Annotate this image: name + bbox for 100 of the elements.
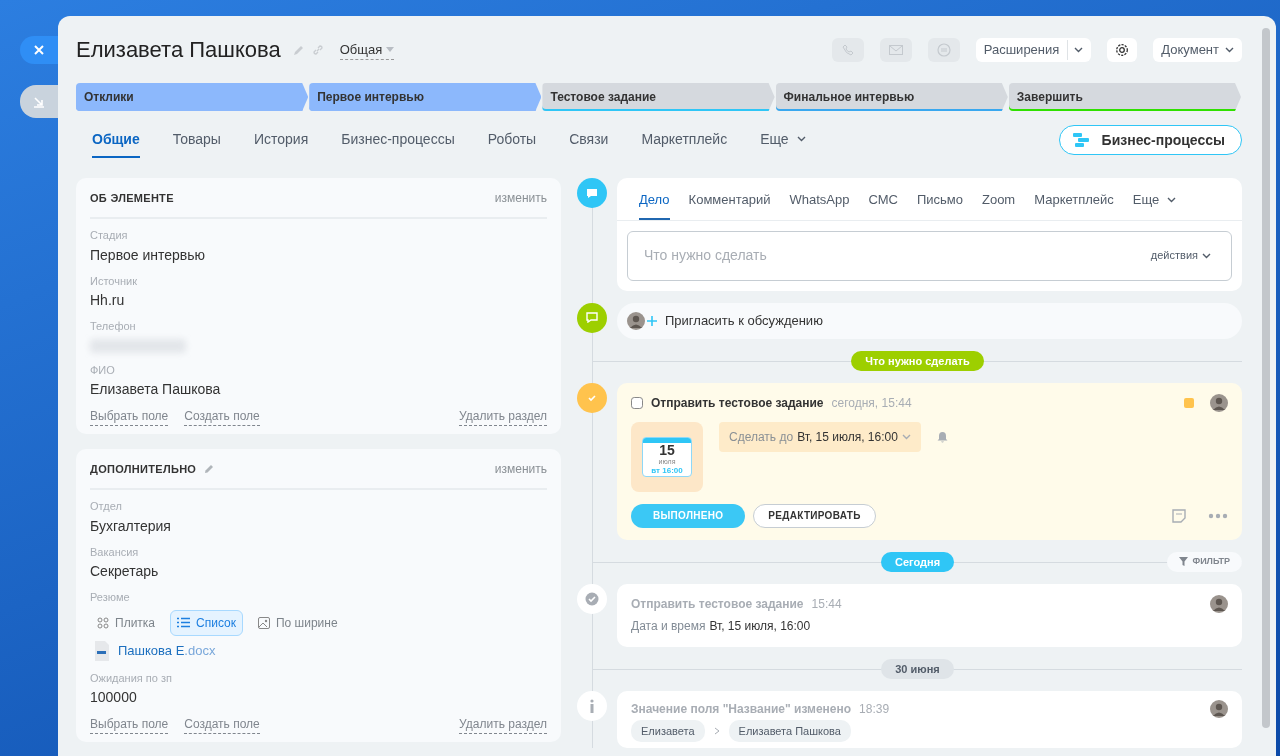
tab[interactable]: Маркетплейс [641, 128, 728, 158]
delete-section-link[interactable]: Удалить раздел [459, 715, 547, 734]
tab[interactable]: Товары [172, 128, 221, 158]
delete-section-link[interactable]: Удалить раздел [459, 407, 547, 426]
chat-icon [936, 43, 951, 57]
field-label: Ожидания по зп [90, 670, 173, 686]
detail-label: Дата и время [631, 617, 706, 635]
priority-marker [1184, 397, 1194, 408]
record-title: Елизавета Пашкова [76, 36, 281, 64]
edit-link[interactable]: изменить [494, 189, 547, 207]
tab[interactable]: История [253, 128, 309, 158]
extensions-button[interactable]: Расширения [975, 38, 1092, 62]
tab[interactable]: WhatsApp [789, 178, 850, 220]
deadline-dropdown[interactable]: Сделать до Вт, 15 июля, 16:00 [719, 421, 921, 452]
new-value: Елизавета Пашкова [728, 719, 851, 742]
task-title: Отправить тестовое задание [651, 394, 824, 412]
section-title: ДОПОЛНИТЕЛЬНО [90, 461, 197, 477]
field-link[interactable]: Выбрать поле [90, 715, 169, 734]
stage-step[interactable]: Тестовое задание [542, 83, 775, 111]
caret-icon [1202, 252, 1211, 259]
avatar [1210, 393, 1228, 412]
edit-link[interactable]: изменить [494, 460, 547, 478]
tab[interactable]: Письмо [916, 178, 963, 220]
avatar [627, 311, 645, 330]
stage-step[interactable]: Завершить [1008, 83, 1241, 111]
avatar [1210, 594, 1228, 613]
tab[interactable]: СМС [868, 178, 898, 220]
business-processes-button[interactable]: Бизнес-процессы [1058, 125, 1242, 155]
task-checkbox[interactable] [631, 396, 643, 409]
avatar [1210, 699, 1228, 718]
category-dropdown[interactable]: Общая [339, 39, 395, 61]
settings-icon [1115, 43, 1130, 57]
envelope-icon [888, 45, 903, 55]
tab[interactable]: Еще [760, 128, 806, 158]
field-link[interactable]: Создать поле [184, 715, 260, 734]
plus-icon [647, 315, 657, 326]
field-value: Первое интервью [90, 245, 206, 264]
filter-button[interactable]: ФИЛЬТР [1167, 551, 1242, 572]
phone-icon [841, 44, 854, 56]
stage-step[interactable]: Первое интервью [309, 83, 542, 111]
field-label: Телефон [90, 319, 137, 334]
view-option[interactable]: Список [170, 609, 243, 636]
actions-dropdown[interactable]: действия [1144, 246, 1217, 265]
invite-button[interactable]: Пригласить к обсуждению [617, 302, 1242, 339]
note-icon [1172, 508, 1186, 523]
detail-value: Вт, 15 июля, 16:00 [709, 617, 811, 635]
field-value: 100000 [90, 688, 138, 706]
view-option[interactable]: По ширине [250, 609, 345, 636]
field-link[interactable]: Создать поле [184, 407, 260, 426]
chat-icon [586, 187, 598, 199]
list-icon [177, 617, 190, 628]
view-option[interactable]: Плитка [90, 609, 162, 636]
tab[interactable]: Связи [569, 128, 609, 158]
tab[interactable]: Маркетплейс [1034, 178, 1114, 220]
calendar-time: вт 16:00 [650, 465, 684, 476]
flow-icon [1071, 132, 1092, 148]
caret-icon [796, 136, 806, 142]
tab[interactable]: Бизнес-процессы [341, 128, 455, 158]
activity-time: 15:44 [811, 595, 842, 613]
pencil-icon [204, 464, 215, 474]
field-label: Отдел [90, 499, 123, 514]
close-button[interactable] [20, 36, 58, 64]
bell-icon [936, 430, 948, 443]
stage-step[interactable]: Финальное интервью [775, 83, 1008, 111]
grid-icon [97, 616, 109, 629]
more-icon [1208, 512, 1228, 519]
tab[interactable]: Общие [92, 128, 140, 158]
field-value: Бухгалтерия [90, 516, 172, 535]
image-icon [257, 616, 270, 629]
scrollbar[interactable] [1262, 28, 1270, 728]
settings-button[interactable] [1107, 38, 1138, 62]
tab[interactable]: Роботы [487, 128, 537, 158]
stage-step[interactable]: Отклики [76, 83, 309, 111]
edit-button[interactable]: РЕДАКТИРОВАТЬ [753, 503, 876, 528]
calendar-day: 15 [643, 442, 691, 458]
document-button[interactable]: Документ [1153, 38, 1242, 62]
file-link[interactable]: Пашкова Е.docx [118, 640, 216, 661]
tab[interactable]: Еще [1132, 178, 1177, 220]
field-label: Резюме [90, 590, 131, 605]
tab[interactable]: Комментарий [688, 178, 771, 220]
close-icon [33, 44, 45, 56]
field-value: Hh.ru [90, 291, 126, 309]
caret-icon [1074, 47, 1084, 53]
tab[interactable]: Дело [639, 178, 670, 220]
task-input[interactable]: Что нужно сделать действия [627, 230, 1232, 281]
date-separator: Что нужно сделать [851, 350, 984, 371]
tab[interactable]: Zoom [981, 178, 1016, 220]
field-label: Источник [90, 273, 138, 289]
date-separator: 30 июня [881, 658, 954, 679]
task-time: сегодня, 15:44 [831, 394, 912, 412]
field-link[interactable]: Выбрать поле [90, 407, 169, 426]
minimize-button[interactable] [20, 85, 58, 118]
arrow-icon [33, 95, 45, 108]
section-title: ОБ ЭЛЕМЕНТЕ [90, 190, 174, 206]
check-icon [585, 591, 599, 606]
document-icon [94, 640, 110, 661]
field-label: Стадия [90, 228, 129, 243]
old-value: Елизавета [631, 719, 705, 742]
field-value: Елизавета Пашкова [90, 380, 222, 398]
activity-title: Отправить тестовое задание [631, 595, 804, 613]
